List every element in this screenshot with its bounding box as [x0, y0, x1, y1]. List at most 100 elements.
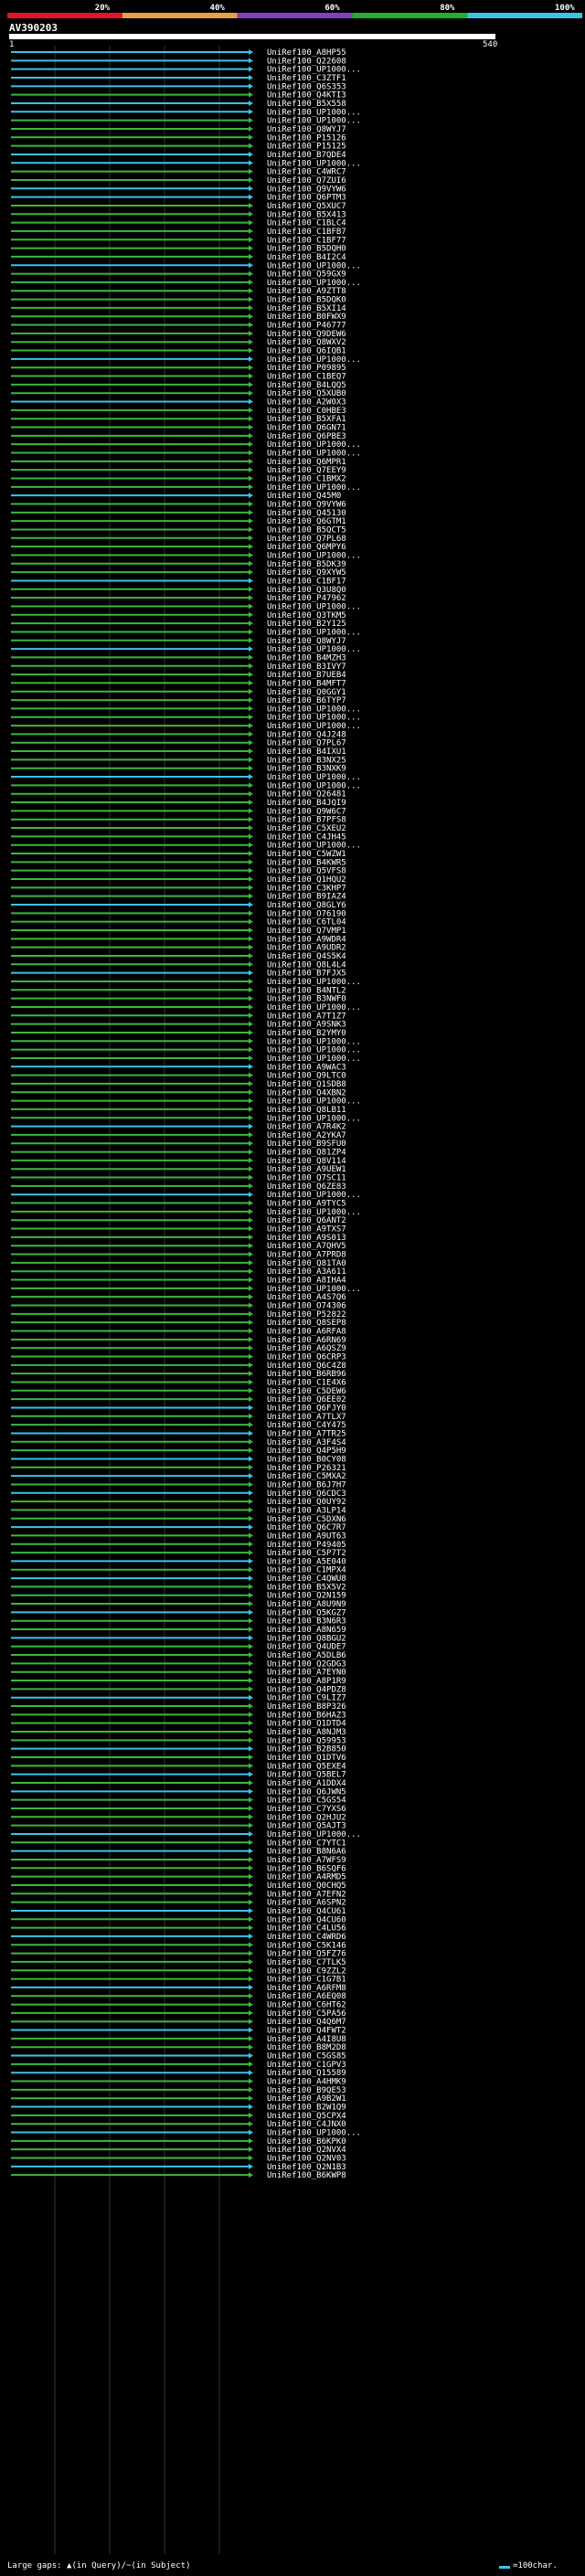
- hit-end-arrow: [249, 1515, 253, 1521]
- hit-end-arrow: [249, 1822, 253, 1829]
- hit-end-arrow: [249, 705, 253, 712]
- hit-end-arrow: [249, 535, 253, 541]
- hit-end-arrow: [249, 1106, 253, 1112]
- hit-end-arrow: [249, 270, 253, 277]
- hit-end-arrow: [249, 1131, 253, 1138]
- hit-end-arrow: [249, 1192, 253, 1198]
- hit-end-arrow: [249, 714, 253, 720]
- hit-end-arrow: [249, 1182, 253, 1189]
- hit-end-arrow: [249, 782, 253, 789]
- hit-end-arrow: [249, 918, 253, 925]
- hit-end-arrow: [249, 1140, 253, 1147]
- hit-end-arrow: [249, 2163, 253, 2169]
- hit-end-arrow: [249, 833, 253, 840]
- hit-end-arrow: [249, 245, 253, 251]
- hit-end-arrow: [249, 790, 253, 797]
- hit-end-arrow: [249, 2172, 253, 2178]
- legend-scale-line: [499, 2566, 510, 2569]
- hit-end-arrow: [249, 288, 253, 294]
- hit-end-arrow: [249, 407, 253, 413]
- hit-end-arrow: [249, 483, 253, 490]
- hit-end-arrow: [249, 1686, 253, 1692]
- hit-end-arrow: [249, 211, 253, 217]
- hit-end-arrow: [249, 381, 253, 387]
- hit-end-arrow: [249, 475, 253, 482]
- hit-end-arrow: [249, 1200, 253, 1206]
- hit-end-arrow: [249, 544, 253, 550]
- hit-end-arrow: [249, 578, 253, 584]
- hit-end-arrow: [249, 279, 253, 285]
- hit-end-arrow: [249, 1558, 253, 1564]
- hit-end-arrow: [249, 2070, 253, 2076]
- hit-end-arrow: [249, 1882, 253, 1888]
- hit-end-arrow: [249, 1797, 253, 1803]
- hit-end-arrow: [249, 1396, 253, 1403]
- hit-end-arrow: [249, 1064, 253, 1070]
- hit-end-arrow: [249, 83, 253, 90]
- hit-end-arrow: [249, 1856, 253, 1862]
- hit-end-arrow: [249, 1473, 253, 1479]
- hit-end-arrow: [249, 1277, 253, 1283]
- hit-end-arrow: [249, 1601, 253, 1607]
- hit-name-label[interactable]: UniRef100_B6KWP8: [267, 2171, 346, 2180]
- hit-end-arrow: [249, 739, 253, 746]
- hit-end-arrow: [249, 1012, 253, 1019]
- hit-end-arrow: [249, 1873, 253, 1880]
- hit-end-arrow: [249, 1830, 253, 1837]
- hit-end-arrow: [249, 1805, 253, 1811]
- hit-end-arrow: [249, 1848, 253, 1854]
- hit-end-arrow: [249, 330, 253, 336]
- hit-end-arrow: [249, 1754, 253, 1760]
- hit-end-arrow: [249, 355, 253, 362]
- hit-end-arrow: [249, 1294, 253, 1300]
- hit-end-arrow: [249, 1302, 253, 1309]
- hit-end-arrow: [249, 202, 253, 208]
- hit-end-arrow: [249, 2129, 253, 2136]
- hit-end-arrow: [249, 1984, 253, 1990]
- hit-end-arrow: [249, 654, 253, 661]
- hit-end-arrow: [249, 1694, 253, 1701]
- hit-end-arrow: [249, 1729, 253, 1735]
- hit-end-arrow: [249, 808, 253, 814]
- hit-end-arrow: [249, 1285, 253, 1291]
- hit-end-arrow: [249, 1532, 253, 1539]
- alignment-hits-chart: UniRef100_A8HP55UniRef100_Q22608UniRef10…: [11, 46, 361, 2554]
- hit-end-arrow: [249, 800, 253, 806]
- hit-row[interactable]: UniRef100_B6KWP8: [11, 2171, 346, 2180]
- hit-end-arrow: [249, 927, 253, 933]
- legend-gaps-text: Large gaps: ▲(in Query)/~(in Subject): [7, 2561, 191, 2571]
- hit-end-arrow: [249, 552, 253, 558]
- hit-end-arrow: [249, 1489, 253, 1496]
- hit-end-arrow: [249, 526, 253, 533]
- hit-end-arrow: [249, 458, 253, 464]
- hit-end-arrow: [249, 1703, 253, 1710]
- hit-end-arrow: [249, 603, 253, 610]
- hit-end-arrow: [249, 1993, 253, 1999]
- hit-end-arrow: [249, 1413, 253, 1419]
- hit-end-arrow: [249, 1643, 253, 1649]
- hit-end-arrow: [249, 58, 253, 64]
- hit-end-arrow: [249, 910, 253, 917]
- hit-end-arrow: [249, 1243, 253, 1249]
- hit-end-arrow: [249, 842, 253, 848]
- hit-end-arrow: [249, 1371, 253, 1377]
- hit-end-arrow: [249, 1251, 253, 1257]
- hit-end-arrow: [249, 569, 253, 576]
- hit-end-arrow: [249, 757, 253, 763]
- hit-end-arrow: [249, 1379, 253, 1385]
- hit-end-arrow: [249, 134, 253, 141]
- hit-end-arrow: [249, 304, 253, 311]
- hit-end-arrow: [249, 1430, 253, 1436]
- hit-end-arrow: [249, 637, 253, 643]
- hit-end-arrow: [249, 611, 253, 618]
- hit-end-arrow: [249, 1771, 253, 1777]
- hit-end-arrow: [249, 322, 253, 328]
- hit-end-arrow: [249, 1660, 253, 1667]
- hit-end-arrow: [249, 1865, 253, 1871]
- hit-end-arrow: [249, 1320, 253, 1326]
- hit-end-arrow: [249, 339, 253, 345]
- hit-end-arrow: [249, 672, 253, 678]
- hit-end-arrow: [249, 2044, 253, 2051]
- hit-end-arrow: [249, 160, 253, 166]
- hit-end-arrow: [249, 1967, 253, 1974]
